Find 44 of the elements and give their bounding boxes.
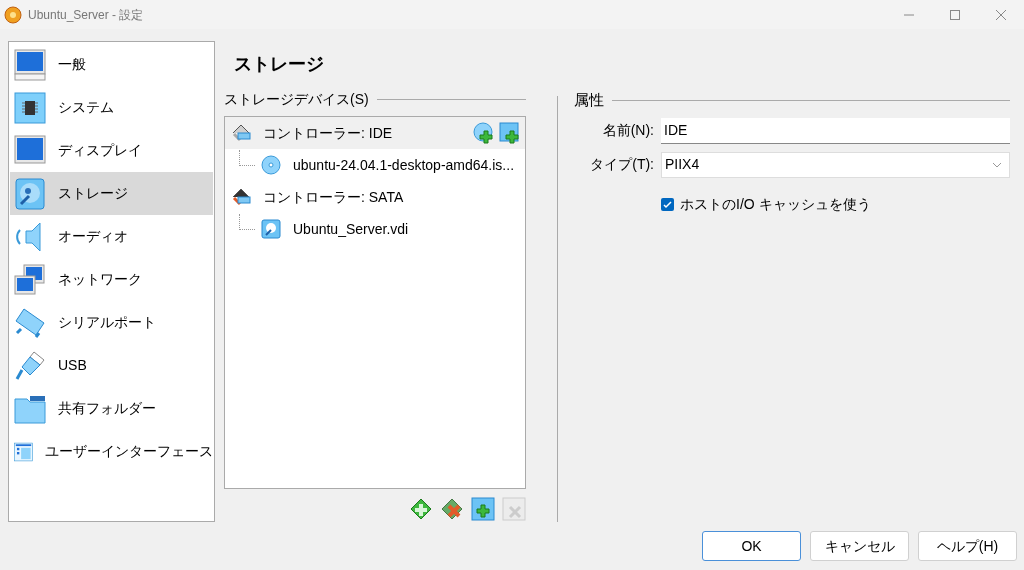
add-disc-icon[interactable] xyxy=(473,122,495,144)
category-item[interactable]: システム xyxy=(10,86,213,129)
app-icon xyxy=(4,5,22,24)
dialog-button[interactable]: OK xyxy=(702,531,801,561)
remove-controller-icon[interactable] xyxy=(440,497,464,521)
add-attachment-icon[interactable] xyxy=(471,497,495,521)
category-item[interactable]: ネットワーク xyxy=(10,258,213,301)
group-label: ストレージデバイス(S) xyxy=(224,90,369,109)
category-item[interactable]: シリアルポート xyxy=(10,301,213,344)
chip-icon xyxy=(14,91,46,124)
serial-connector-icon xyxy=(14,306,46,339)
add-controller-icon[interactable] xyxy=(409,497,433,521)
category-item[interactable]: 共有フォルダー xyxy=(10,387,213,430)
field-label: タイプ(T): xyxy=(589,155,654,174)
checkbox[interactable] xyxy=(661,197,674,211)
category-item[interactable]: 一般 xyxy=(10,43,213,86)
disc-icon xyxy=(261,155,281,175)
group-label: 属性 xyxy=(574,90,604,110)
category-item[interactable]: ユーザーインターフェース xyxy=(10,430,213,473)
page-title: ストレージ xyxy=(234,53,325,76)
tree-item[interactable]: Ubuntu_Server.vdi xyxy=(225,213,525,245)
category-item[interactable]: オーディオ xyxy=(10,215,213,258)
type-dropdown[interactable]: PIIX4 xyxy=(661,151,1010,178)
monitor-icon xyxy=(14,48,46,81)
category-item[interactable]: USB xyxy=(10,344,213,387)
controller-icon xyxy=(231,123,251,143)
dialog-button[interactable]: キャンセル xyxy=(810,531,909,561)
field-label: 名前(N): xyxy=(601,121,654,140)
usb-plug-icon xyxy=(14,349,46,382)
dialog-button[interactable]: ヘルプ(H) xyxy=(918,531,1017,561)
chevron-down-icon xyxy=(992,161,1002,168)
tree-item[interactable]: コントローラー: SATA xyxy=(225,181,525,213)
window-title: Ubuntu_Server - 設定 xyxy=(28,6,144,24)
monitor-icon xyxy=(14,134,46,167)
tree-item[interactable]: ubuntu-24.04.1-desktop-amd64.is... xyxy=(225,149,525,181)
name-field[interactable]: IDE xyxy=(661,117,1010,144)
category-item[interactable]: ストレージ xyxy=(10,172,213,215)
controller-icon xyxy=(231,187,251,207)
close-icon xyxy=(996,9,1006,20)
checkbox-label: ホストのI/O キャッシュを使う xyxy=(680,194,871,214)
maximize-icon xyxy=(950,9,960,20)
category-item[interactable]: ディスプレイ xyxy=(10,129,213,172)
network-icon xyxy=(14,263,46,296)
tree-item[interactable]: コントローラー: IDE xyxy=(225,117,525,149)
